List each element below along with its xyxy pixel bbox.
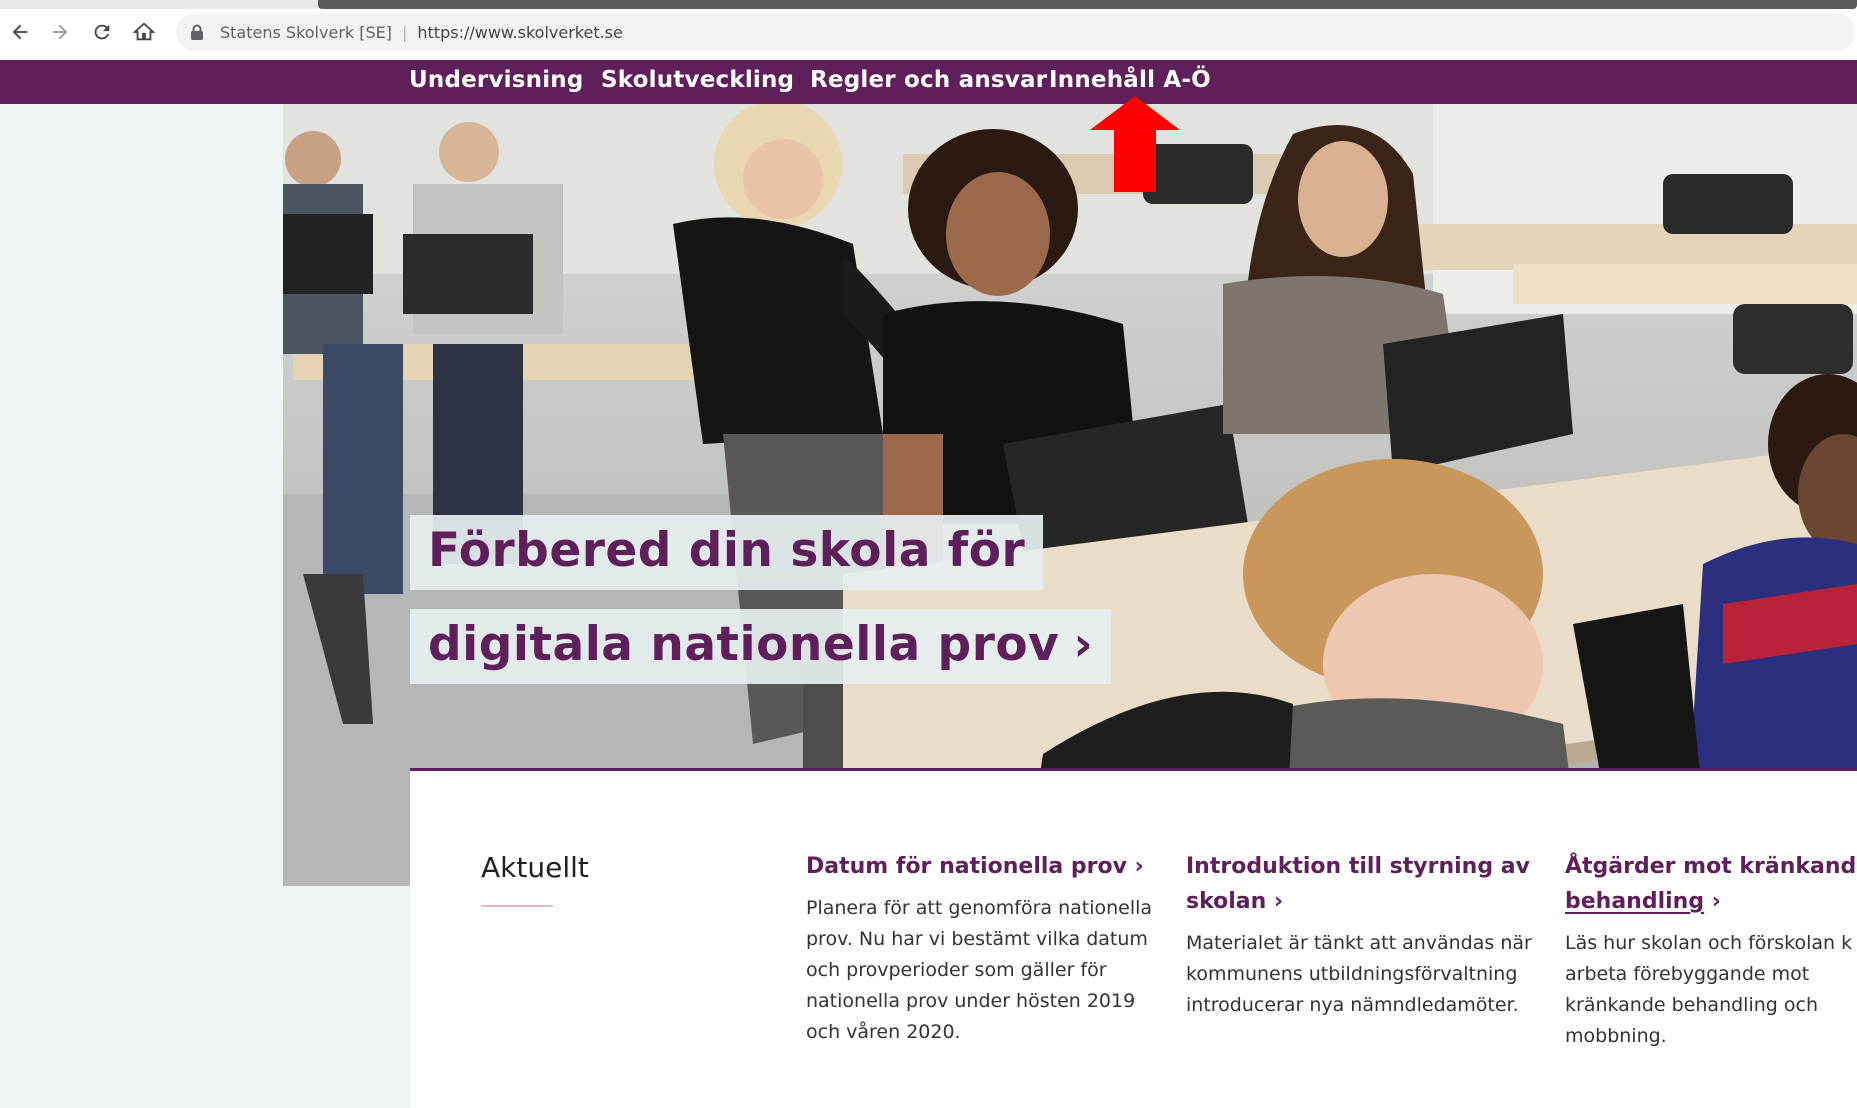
lock-icon (191, 24, 203, 40)
news-section: Aktuellt Datum för nationella prov › Pla… (410, 768, 1857, 1108)
news-item-body: Materialet är tänkt att användas när kom… (1186, 932, 1532, 1016)
news-item-body-line: kränkande behandling och (1565, 994, 1818, 1016)
news-item-title[interactable]: Datum för nationella prov (806, 854, 1127, 879)
news-heading: Aktuellt (481, 851, 589, 884)
news-item: Introduktion till styrning av skolan › M… (1186, 849, 1556, 1021)
news-item-title-line2[interactable]: behandling (1565, 889, 1704, 914)
news-item: Åtgärder mot kränkande behandling › Läs … (1565, 849, 1857, 1052)
chevron-right-icon: › (1711, 889, 1721, 914)
news-item-title[interactable]: Introduktion till styrning av skolan (1186, 854, 1530, 914)
nav-item-skolutveckling[interactable]: Skolutveckling (601, 60, 794, 104)
address-bar[interactable]: Statens Skolverk [SE] | https://www.skol… (176, 13, 1855, 51)
nav-item-regler-och-ansvar[interactable]: Regler och ansvar (810, 60, 1047, 104)
chevron-right-icon: › (1134, 854, 1144, 879)
news-item-body-line: mobbning. (1565, 1025, 1667, 1047)
site-identity[interactable]: Statens Skolverk [SE] (220, 23, 392, 42)
left-margin-panel (0, 104, 283, 1108)
browser-toolbar: Statens Skolverk [SE] | https://www.skol… (0, 0, 1857, 60)
news-item-body: Läs hur skolan och förskolan k arbeta fö… (1565, 928, 1857, 1052)
news-heading-underline (481, 905, 553, 907)
news-item-body: Planera för att genomföra nationella pro… (806, 897, 1153, 1043)
nav-item-undervisning[interactable]: Undervisning (409, 60, 584, 104)
forward-icon[interactable] (46, 18, 74, 46)
news-item-body-line: arbeta förebyggande mot (1565, 963, 1810, 985)
red-annotation-arrow-icon (1090, 96, 1180, 192)
left-margin-panel-lower (283, 886, 410, 1108)
home-icon[interactable] (130, 18, 158, 46)
active-tab-strip[interactable] (318, 0, 1857, 9)
news-item-title-link[interactable]: Introduktion till styrning av skolan › (1186, 849, 1556, 919)
hero-headline-text-1: Förbered din skola för (428, 523, 1026, 578)
url-separator: | (402, 22, 408, 42)
chevron-right-icon: › (1273, 889, 1284, 914)
chevron-right-icon: › (1073, 617, 1094, 672)
tabstrip-background (0, 0, 318, 9)
back-icon[interactable] (6, 18, 34, 46)
site-main-navigation: Undervisning Skolutveckling Regler och a… (0, 60, 1857, 104)
hero-headline-line1: Förbered din skola för (410, 515, 1044, 590)
news-item-title-link[interactable]: Datum för nationella prov › (806, 849, 1166, 884)
hero-headline-text-2: digitala nationella prov (428, 617, 1060, 672)
reload-icon[interactable] (88, 18, 116, 46)
news-item: Datum för nationella prov › Planera för … (806, 849, 1166, 1048)
news-item-body-line: Läs hur skolan och förskolan k (1565, 932, 1853, 954)
url-text[interactable]: https://www.skolverket.se (417, 23, 622, 42)
hero-headline-line2: digitala nationella prov › (410, 609, 1112, 684)
news-item-title-line1[interactable]: Åtgärder mot kränkande (1565, 849, 1857, 884)
news-item-title-link[interactable]: Åtgärder mot kränkande behandling › (1565, 849, 1857, 919)
